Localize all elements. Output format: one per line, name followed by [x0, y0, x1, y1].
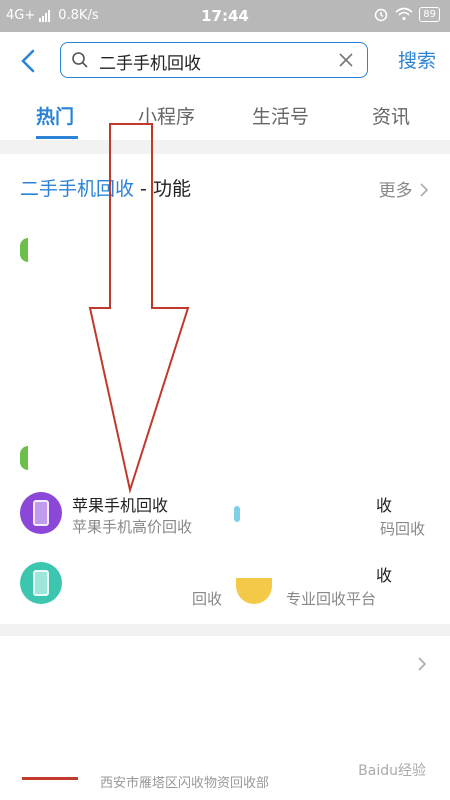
- tab-hot[interactable]: 热门: [36, 102, 74, 129]
- active-tab-indicator: [36, 136, 78, 139]
- teal-phone-icon: [20, 562, 62, 604]
- partial-yellow-icon: [236, 578, 272, 604]
- search-header: 搜索: [0, 32, 450, 92]
- chevron-right-icon: [420, 183, 429, 197]
- status-bar: 4G+ 0.8K/s 17:44 89: [0, 0, 450, 32]
- search-input[interactable]: [97, 48, 321, 74]
- search-button[interactable]: 搜索: [398, 46, 436, 73]
- back-button[interactable]: [14, 46, 44, 76]
- annotation-arrow: [88, 123, 190, 494]
- partial-green-icon: [20, 446, 28, 470]
- red-underline: [22, 777, 78, 780]
- alarm-icon: [375, 8, 388, 22]
- tab-news[interactable]: 资讯: [372, 102, 410, 129]
- more-link[interactable]: 更多: [379, 176, 430, 201]
- chevron-left-icon: [21, 49, 35, 73]
- partial-merchant-text: 西安市雁塔区闪收物资回收部: [100, 776, 270, 791]
- partial-item-desc: 码回收: [380, 520, 426, 538]
- wifi-icon: [395, 7, 413, 21]
- status-right: 89: [373, 6, 440, 22]
- item-desc: 回收: [192, 590, 223, 608]
- purple-phone-icon: [20, 492, 62, 534]
- function-item[interactable]: 回收: [20, 562, 230, 612]
- battery-icon: 89: [419, 6, 440, 22]
- search-icon: [72, 52, 88, 68]
- partial-icon: [234, 506, 240, 522]
- clear-icon[interactable]: [337, 51, 355, 69]
- divider: [0, 624, 450, 636]
- item-desc: 苹果手机高价回收: [72, 518, 193, 536]
- more-label: 更多: [378, 181, 413, 201]
- partial-green-icon: [20, 238, 28, 262]
- chevron-right-icon: [418, 657, 427, 671]
- more-link-2[interactable]: [416, 656, 428, 676]
- partial-item-name: 收: [376, 566, 393, 585]
- search-box[interactable]: [60, 42, 368, 78]
- tab-life-accounts[interactable]: 生活号: [252, 102, 309, 129]
- watermark: Baidu经验: [358, 763, 426, 779]
- partial-item-name: 收: [376, 496, 393, 515]
- partial-item-desc: 专业回收平台: [286, 590, 377, 608]
